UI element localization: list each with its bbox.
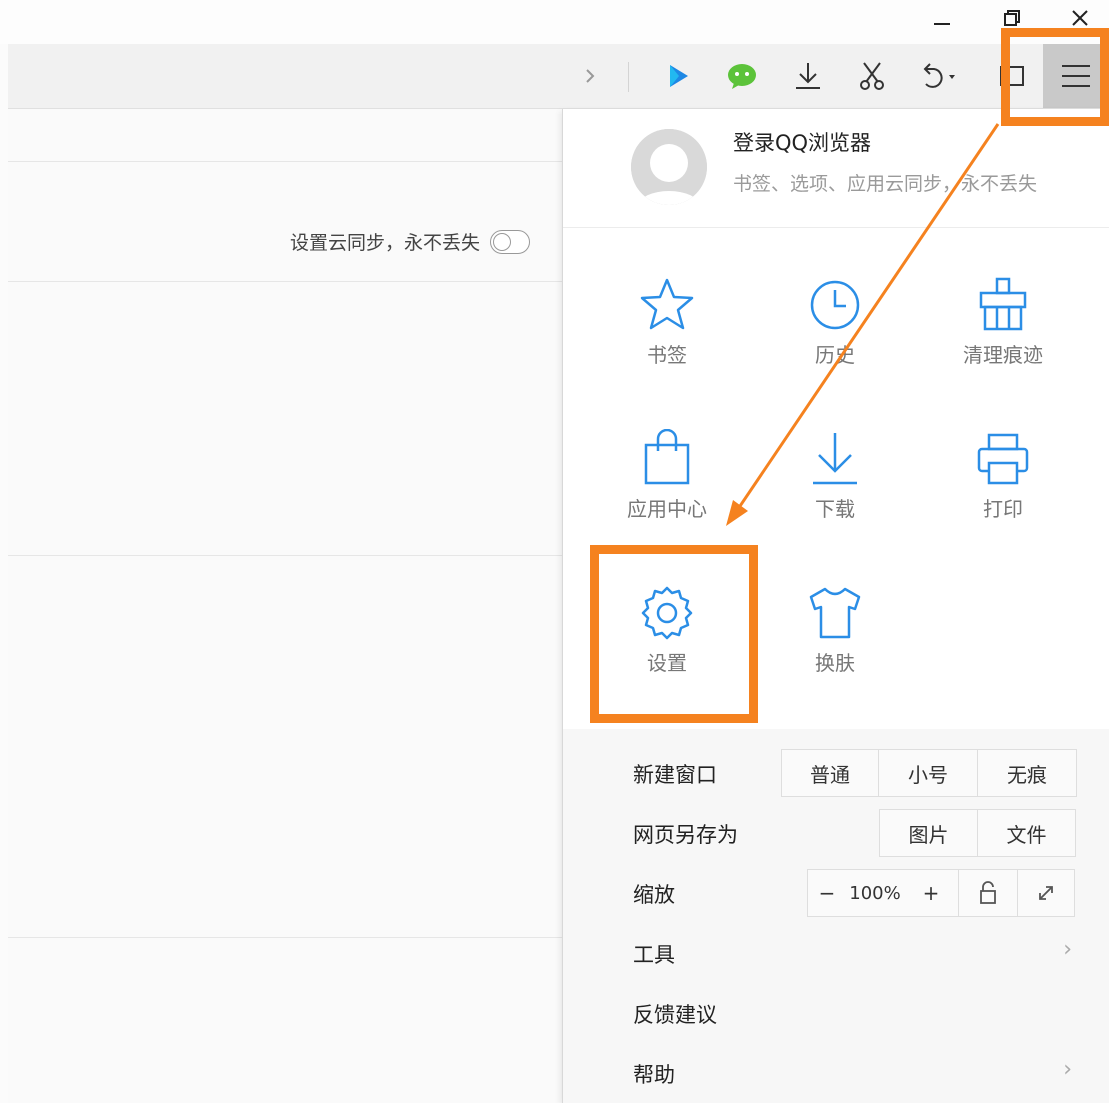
download-icon: [796, 63, 820, 89]
page-divider: [8, 161, 563, 162]
toolbar-separator: [628, 62, 629, 92]
chevron-right-icon: ›: [1063, 1057, 1072, 1082]
save-page-label: 网页另存为: [633, 823, 738, 847]
cloud-sync-toggle[interactable]: [490, 229, 531, 254]
login-title[interactable]: 登录QQ浏览器: [733, 127, 871, 157]
undo-icon: [923, 63, 955, 88]
page-divider: [8, 555, 563, 556]
menu-item-bookmarks[interactable]: 书签: [583, 275, 751, 415]
menu-item-label: 书签: [647, 343, 687, 367]
new-window-small-button[interactable]: 小号: [879, 750, 978, 796]
menu-item-label: 换肤: [815, 651, 855, 675]
cloud-sync-text: 设置云同步，永不丢失: [290, 232, 481, 254]
tshirt-icon: [809, 587, 861, 639]
avatar[interactable]: [631, 129, 707, 205]
menu-options-section: 新建窗口 普通 小号 无痕 网页另存为 图片 文件 缩放 − 100% + 工具…: [563, 729, 1109, 1103]
shopping-bag-icon: [644, 429, 690, 485]
browser-toolbar: [8, 44, 1109, 109]
menu-item-downloads[interactable]: 下载: [751, 429, 919, 569]
menu-item-history[interactable]: 历史: [751, 275, 919, 415]
window-title-bar: [0, 0, 1109, 44]
menu-item-label: 历史: [815, 343, 855, 367]
video-play-icon: [670, 65, 688, 87]
chevron-right-icon: ›: [1063, 937, 1072, 962]
save-as-image-button[interactable]: 图片: [880, 810, 978, 856]
more-tools-button[interactable]: [568, 54, 612, 98]
lock-icon: [980, 881, 996, 904]
tools-menu-item[interactable]: 工具: [633, 939, 675, 969]
star-icon: [640, 278, 694, 330]
save-page-options: 图片 文件: [879, 809, 1076, 857]
video-button[interactable]: [656, 54, 700, 98]
menu-item-label: 下载: [815, 497, 855, 521]
zoom-in-button[interactable]: +: [904, 870, 959, 916]
zoom-controls: − 100% +: [807, 869, 1075, 917]
feedback-menu-item[interactable]: 反馈建议: [633, 999, 717, 1029]
chevron-right-icon: [586, 69, 595, 83]
user-avatar-icon: [631, 129, 707, 205]
save-as-file-button[interactable]: 文件: [978, 810, 1075, 856]
undo-close-tab-button[interactable]: [914, 54, 958, 98]
wechat-icon: [728, 64, 756, 89]
minimize-button[interactable]: [922, 2, 962, 34]
expand-icon: [1039, 886, 1053, 900]
broom-icon: [979, 277, 1027, 331]
printer-icon: [977, 433, 1029, 485]
new-window-incognito-button[interactable]: 无痕: [978, 750, 1076, 796]
page-divider: [8, 281, 563, 282]
fullscreen-button[interactable]: [1018, 870, 1074, 916]
settings-highlight: [590, 545, 758, 723]
zoom-out-button[interactable]: −: [808, 870, 846, 916]
scissors-icon: [860, 62, 884, 90]
new-window-label: 新建窗口: [633, 763, 717, 787]
menu-item-label: 清理痕迹: [963, 343, 1043, 367]
menu-item-skin[interactable]: 换肤: [751, 583, 919, 723]
cloud-sync-row: 设置云同步，永不丢失: [290, 228, 531, 255]
wechat-button[interactable]: [720, 54, 764, 98]
menu-button-highlight: [1001, 28, 1109, 126]
help-menu-item[interactable]: 帮助: [633, 1059, 675, 1089]
page-divider: [8, 937, 563, 938]
new-window-normal-button[interactable]: 普通: [782, 750, 879, 796]
minimize-icon: [934, 23, 950, 25]
close-icon: [1072, 10, 1088, 26]
menu-item-label: 打印: [983, 497, 1023, 521]
download-button[interactable]: [786, 54, 830, 98]
menu-item-label: 应用中心: [627, 497, 707, 521]
zoom-label: 缩放: [633, 883, 675, 907]
login-subtitle: 书签、选项、应用云同步，永不丢失: [733, 173, 1038, 195]
menu-item-print[interactable]: 打印: [919, 429, 1087, 569]
user-login-section[interactable]: 登录QQ浏览器 书签、选项、应用云同步，永不丢失: [563, 109, 1109, 228]
restore-icon: [1004, 10, 1020, 26]
zoom-lock-button[interactable]: [959, 870, 1018, 916]
menu-item-clear-traces[interactable]: 清理痕迹: [919, 275, 1087, 415]
download-icon: [813, 433, 857, 485]
clock-icon: [810, 280, 860, 330]
new-window-options: 普通 小号 无痕: [781, 749, 1077, 797]
zoom-value: 100%: [849, 882, 901, 904]
screenshot-button[interactable]: [850, 54, 894, 98]
